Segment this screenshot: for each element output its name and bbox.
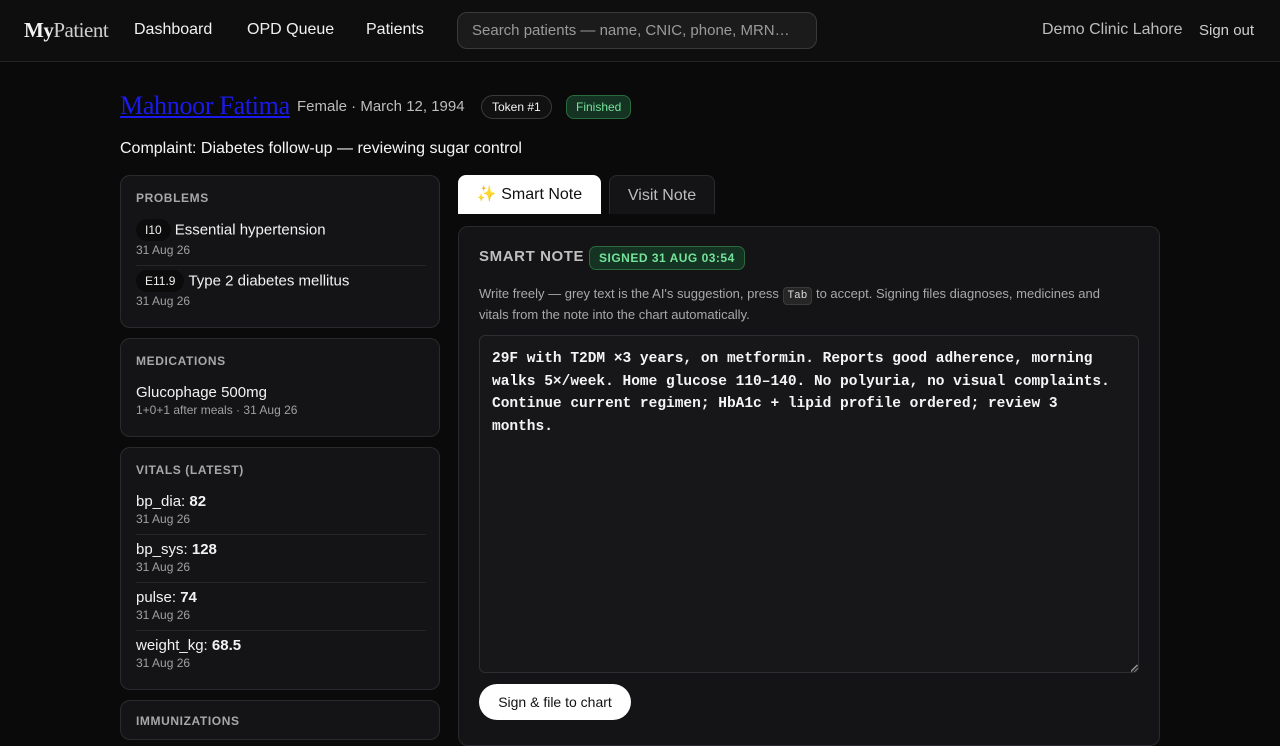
clinic-name: Demo Clinic Lahore [1042,21,1183,38]
smart-note-editor[interactable]: 29F with T2DM ×3 years, on metformin. Re… [479,335,1139,673]
patient-name-link[interactable]: Mahnoor Fatima [120,91,290,121]
vital-value: 74 [180,589,197,606]
medications-heading: MEDICATIONS [136,354,226,368]
medication-name: Glucophage 500mg [136,384,267,401]
tab-key-hint: Tab [782,287,813,305]
icd-code-badge: E11.9 [136,270,185,292]
vital-item: bp_sys: 128 31 Aug 26 [136,541,426,583]
vital-item: weight_kg: 68.5 31 Aug 26 [136,637,426,679]
vital-label: pulse: [136,589,177,606]
vital-date: 31 Aug 26 [136,512,191,526]
tab-smart-note[interactable]: ✨ Smart Note [458,175,601,214]
vital-date: 31 Aug 26 [136,560,191,574]
problem-label: Type 2 diabetes mellitus [188,272,350,290]
smart-note-panel: SMART NOTE SIGNED 31 AUG 03:54 Write fre… [458,226,1160,746]
sign-and-file-button[interactable]: Sign & file to chart [479,684,631,720]
nav-link-dashboard[interactable]: Dashboard [134,21,212,39]
resize-grip-icon[interactable] [1130,664,1138,672]
logo-text: Patient [53,18,109,42]
medication-item[interactable]: Glucophage 500mg 1+0+1 after meals · 31 … [136,384,426,417]
app-logo[interactable]: MyPatient [24,18,109,43]
logo-text-bold: My [24,18,54,42]
tab-visit-note[interactable]: Visit Note [609,175,715,214]
vitals-card: VITALS (LATEST) bp_dia: 82 31 Aug 26 bp_… [120,447,440,690]
sign-out-link[interactable]: Sign out [1199,22,1254,39]
medications-card: MEDICATIONS Glucophage 500mg 1+0+1 after… [120,338,440,437]
vital-date: 31 Aug 26 [136,608,191,622]
vital-item: pulse: 74 31 Aug 26 [136,589,426,631]
vital-item: bp_dia: 82 31 Aug 26 [136,493,426,535]
icd-code-badge: I10 [136,219,171,241]
problem-date: 31 Aug 26 [136,294,191,308]
problem-item[interactable]: I10 Essential hypertension 31 Aug 26 [136,219,426,266]
smart-note-help-text: Write freely — grey text is the AI's sug… [479,284,1129,325]
nav-link-patients[interactable]: Patients [366,21,424,39]
help-text-start: Write freely — grey text is the AI's sug… [479,286,783,301]
problem-label: Essential hypertension [174,221,326,239]
immunizations-heading: IMMUNIZATIONS [136,714,240,728]
nav-link-opd-queue[interactable]: OPD Queue [247,21,334,39]
vital-value: 82 [189,493,207,510]
vitals-heading: VITALS (LATEST) [136,463,244,477]
vital-label: weight_kg: [136,637,208,654]
top-navbar: MyPatient Dashboard OPD Queue Patients D… [0,0,1280,62]
token-badge: Token #1 [481,95,552,119]
smart-note-title: SMART NOTE [479,248,585,265]
chief-complaint: Complaint: Diabetes follow-up — reviewin… [120,140,522,157]
medication-detail: 1+0+1 after meals · 31 Aug 26 [136,403,298,417]
vital-value: 68.5 [211,637,242,654]
problem-date: 31 Aug 26 [136,243,191,257]
problem-item[interactable]: E11.9 Type 2 diabetes mellitus 31 Aug 26 [136,270,426,317]
vital-date: 31 Aug 26 [136,656,191,670]
patient-demographics: Female · March 12, 1994 [297,98,465,115]
status-badge: Finished [566,95,632,119]
vital-value: 128 [191,541,217,558]
problems-heading: PROBLEMS [136,191,209,205]
patient-search-input[interactable] [457,12,817,49]
vital-label: bp_dia: [136,493,186,510]
vital-label: bp_sys: [136,541,188,558]
immunizations-card: IMMUNIZATIONS [120,700,440,740]
signed-badge: SIGNED 31 AUG 03:54 [589,246,745,270]
problems-card: PROBLEMS I10 Essential hypertension 31 Au… [120,175,440,328]
